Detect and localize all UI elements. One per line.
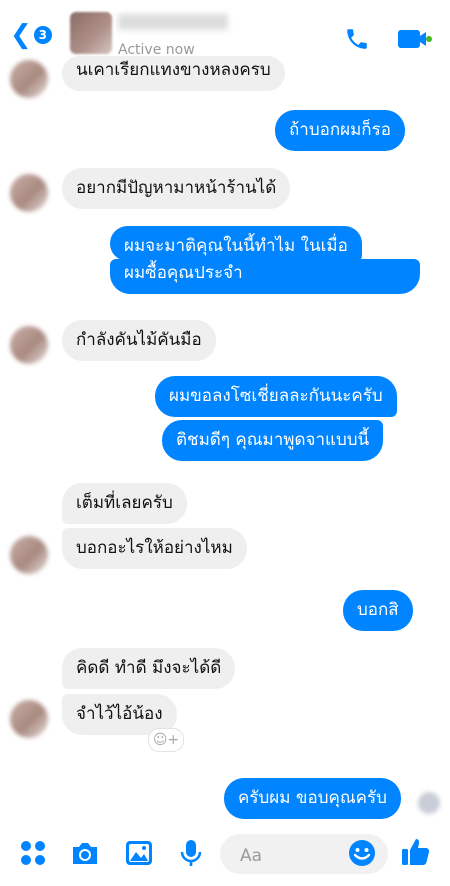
incoming-message[interactable]: บอกอะไรให้อย่างไหม — [62, 528, 247, 569]
camera-icon[interactable] — [70, 838, 100, 868]
phone-call-icon[interactable] — [344, 26, 370, 52]
contact-avatar[interactable] — [70, 12, 112, 54]
more-apps-icon[interactable] — [18, 838, 48, 868]
emoji-icon[interactable] — [347, 838, 377, 868]
incoming-message[interactable]: อยากมีปัญหามาหน้าร้านได้ — [62, 168, 291, 209]
contact-avatar-small — [10, 60, 48, 98]
add-reaction-button[interactable]: ☺+ — [148, 728, 184, 752]
outgoing-message[interactable]: ครับผม ขอบคุณครับ — [224, 778, 401, 819]
contact-avatar-small — [10, 326, 48, 364]
contact-avatar-small — [10, 174, 48, 212]
thumbs-up-icon[interactable] — [400, 836, 432, 868]
chevron-left-icon: ❮ — [10, 20, 32, 50]
message-input-placeholder: Aa — [240, 846, 263, 866]
contact-avatar-small — [10, 536, 48, 574]
smiley-plus-icon: ☺+ — [152, 732, 180, 748]
incoming-message[interactable]: นเคาเรียกแทงขางหลงครบ — [62, 56, 285, 91]
read-receipt-avatar — [418, 792, 440, 814]
video-call-icon[interactable] — [398, 29, 432, 49]
incoming-message[interactable]: กำลังคันไม้คันมือ — [62, 320, 216, 361]
outgoing-message[interactable]: ผมซื้อคุณประจำ — [110, 259, 420, 294]
incoming-message[interactable]: คิดดี ทำดี มึงจะได้ดี — [62, 648, 236, 689]
microphone-icon[interactable] — [176, 838, 206, 868]
outgoing-message[interactable]: ถ้าบอกผมก็รอ — [275, 110, 405, 151]
contact-avatar-small — [10, 700, 48, 738]
contact-name-redacted[interactable] — [118, 14, 228, 30]
outgoing-message[interactable]: ผมขอลงโซเชี่ยลละกันนะครับ — [155, 376, 397, 417]
outgoing-message[interactable]: ผมจะมาติคุณในนี้ทำไม ในเมื่อ — [110, 226, 362, 261]
unread-badge: 3 — [33, 26, 52, 44]
outgoing-message[interactable]: บอกสิ — [343, 590, 413, 631]
incoming-message[interactable]: เต็มที่เลยครับ — [62, 483, 187, 524]
outgoing-message[interactable]: ติชมดีๆ คุณมาพูดจาแบบนี้ — [162, 420, 384, 461]
gallery-icon[interactable] — [124, 838, 154, 868]
back-button[interactable]: ❮ 3 — [10, 22, 52, 48]
